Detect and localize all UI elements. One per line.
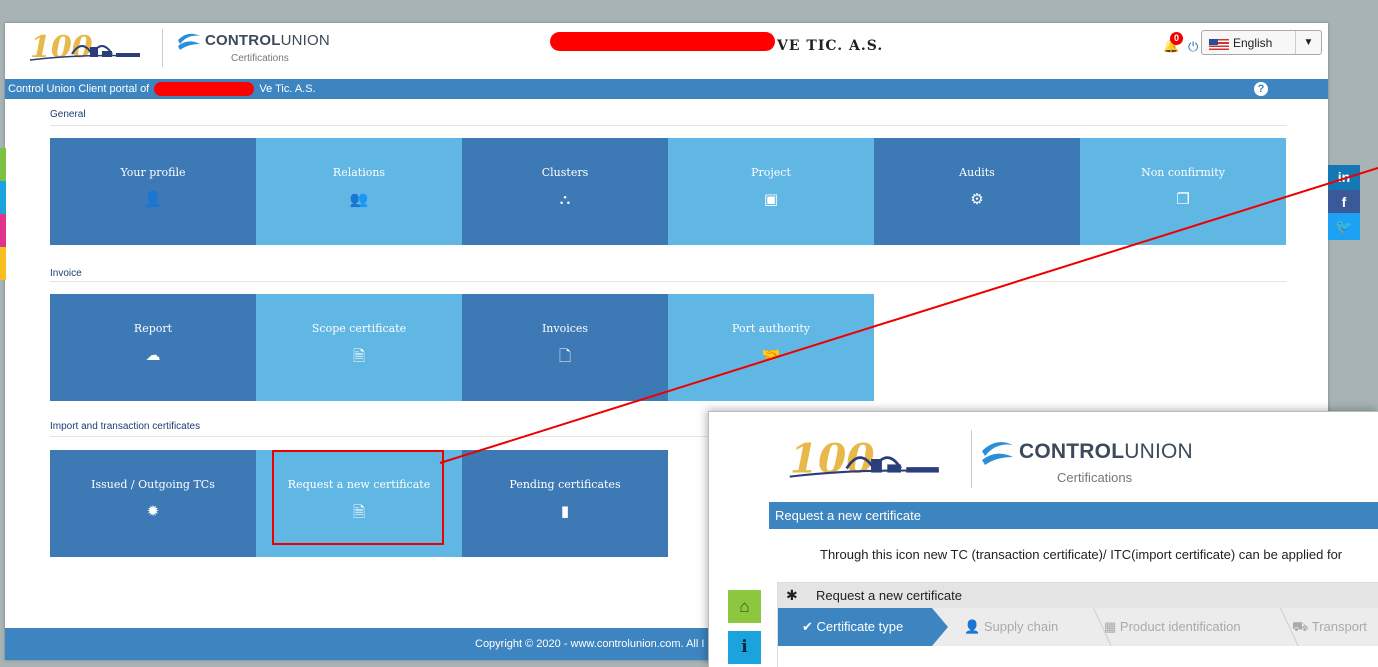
- portal-suffix: Ve Tic. A.S.: [259, 83, 316, 95]
- tile-issued-outgoing-tcs[interactable]: Issued / Outgoing TCs ✹: [50, 450, 256, 557]
- redaction-mark: [550, 32, 775, 51]
- tile-label: Relations: [332, 166, 386, 179]
- home-icon[interactable]: ⌂: [728, 590, 761, 623]
- tile-your-profile[interactable]: Your profile 👤: [50, 138, 256, 245]
- side-stripe: [0, 181, 6, 214]
- image-file-icon: ▣: [763, 190, 779, 208]
- tile-label: Scope certificate: [311, 322, 407, 335]
- tile-invoices[interactable]: Invoices 🗋: [462, 294, 668, 401]
- step-label: Certificate type: [816, 619, 904, 634]
- panel-title: Request a new certificate: [816, 588, 962, 603]
- step-label: Supply chain: [983, 619, 1059, 634]
- notification-badge: 0: [1170, 32, 1183, 45]
- side-stripe: [0, 214, 6, 247]
- sitemap-icon: ⛬: [559, 190, 571, 208]
- tile-non-confirmity[interactable]: Non confirmity ❐: [1080, 138, 1286, 245]
- centenary-logo: 100: [789, 435, 939, 483]
- tile-relations[interactable]: Relations 👥: [256, 138, 462, 245]
- users-icon: 👥: [349, 190, 369, 208]
- us-flag-icon: [1209, 39, 1229, 50]
- help-icon[interactable]: ?: [1254, 82, 1268, 96]
- zoom-panel: 100 CONTROLUNION Certifications Request …: [708, 411, 1378, 667]
- tile-label: Port authority: [732, 322, 810, 335]
- handshake-icon: 🤝: [761, 346, 781, 364]
- facebook-icon[interactable]: f: [1328, 190, 1360, 213]
- twitter-icon[interactable]: 🐦: [1328, 213, 1360, 240]
- centenary-logo: 100: [29, 30, 141, 64]
- section-divider: [50, 281, 1287, 282]
- controlunion-logo: CONTROLUNION Certifications: [175, 29, 345, 69]
- header: 100 CONTROLUNION Certifications VE TIC. …: [5, 23, 1328, 76]
- section-divider: [50, 125, 1287, 126]
- gears-icon: ⚙: [970, 190, 984, 208]
- user-icon: 👤: [143, 190, 163, 208]
- popup-description: Through this icon new TC (transaction ce…: [820, 547, 1343, 562]
- controlunion-mark-icon: [178, 33, 200, 50]
- tile-report[interactable]: Report ☁: [50, 294, 256, 401]
- power-icon[interactable]: ⏻: [1188, 39, 1198, 55]
- step-certificate-type[interactable]: ✔ Certificate type: [778, 608, 948, 646]
- tile-pending-certificates[interactable]: Pending certificates ▮: [462, 450, 668, 557]
- tile-label: Invoices: [541, 322, 589, 335]
- panel-header: ✱ Request a new certificate: [778, 583, 1378, 608]
- controlunion-mark-icon: [982, 442, 1013, 465]
- pin-icon: ✱: [786, 587, 798, 603]
- step-transport[interactable]: ⛟ Transport: [1292, 608, 1367, 646]
- document-icon: 🗎: [352, 347, 366, 365]
- tile-audits[interactable]: Audits ⚙: [874, 138, 1080, 245]
- info-icon[interactable]: i: [728, 631, 761, 664]
- linkedin-icon[interactable]: in: [1328, 165, 1360, 190]
- tile-label: Non confirmity: [1141, 166, 1225, 179]
- tile-label: Your profile: [120, 166, 186, 179]
- request-panel: ✱ Request a new certificate ✔ Certificate…: [777, 582, 1378, 667]
- section-title-general: General: [50, 109, 86, 120]
- portal-title-bar: Control Union Client portal of Ve Tic. A…: [5, 79, 1328, 99]
- tile-label: Report: [133, 322, 173, 335]
- section-title-invoice: Invoice: [50, 268, 82, 279]
- brand-subtitle: Certifications: [1057, 470, 1133, 485]
- brand-name: CONTROLUNION: [1019, 440, 1193, 463]
- step-label: Product identification: [1119, 619, 1241, 634]
- step-product-identification[interactable]: ▦ Product identification: [1104, 608, 1241, 646]
- step-supply-chain[interactable]: 👤 Supply chain: [964, 608, 1058, 646]
- pdf-icon: 🗋: [558, 347, 572, 365]
- step-label: Transport: [1311, 619, 1367, 634]
- copy-icon: ❐: [1176, 190, 1190, 208]
- brand-subtitle: Certifications: [231, 53, 289, 64]
- controlunion-logo: CONTROLUNION Certifications: [979, 434, 1219, 494]
- tile-label: Project: [751, 166, 791, 179]
- side-stripe: [0, 148, 6, 181]
- caret-down-icon: ▼: [1295, 31, 1321, 54]
- tile-label: Issued / Outgoing TCs: [91, 478, 215, 491]
- language-select[interactable]: English ▼: [1201, 30, 1322, 55]
- redaction-mark: [154, 82, 255, 97]
- logo-separator: [971, 430, 972, 488]
- side-stripe: [0, 247, 6, 280]
- language-label: English: [1233, 36, 1273, 50]
- tile-port-authority[interactable]: Port authority 🤝: [668, 294, 874, 401]
- tile-scope-certificate[interactable]: Scope certificate 🗎: [256, 294, 462, 401]
- wizard-steps: ✔ Certificate type 👤 Supply chain ▦ Prod…: [778, 608, 1378, 646]
- tile-label: Pending certificates: [509, 478, 621, 491]
- certificate-icon: ✹: [146, 502, 160, 520]
- portal-prefix: Control Union Client portal of: [8, 83, 150, 95]
- tile-project[interactable]: Project ▣: [668, 138, 874, 245]
- brand-name: CONTROLUNION: [205, 32, 330, 49]
- tile-label: Audits: [959, 166, 995, 179]
- highlight-box: [272, 450, 444, 545]
- cloud-chart-icon: ☁: [145, 346, 161, 364]
- popup-title-bar: Request a new certificate: [769, 502, 1378, 529]
- company-name: VE TIC. A.S.: [777, 38, 884, 54]
- tile-label: Clusters: [541, 166, 589, 179]
- logo-separator: [162, 29, 163, 67]
- notification-bell-icon[interactable]: 🔔 0: [1163, 32, 1183, 54]
- file-icon: ▮: [560, 502, 570, 520]
- section-title-certificates: Import and transaction certificates: [50, 421, 201, 432]
- tile-clusters[interactable]: Clusters ⛬: [462, 138, 668, 245]
